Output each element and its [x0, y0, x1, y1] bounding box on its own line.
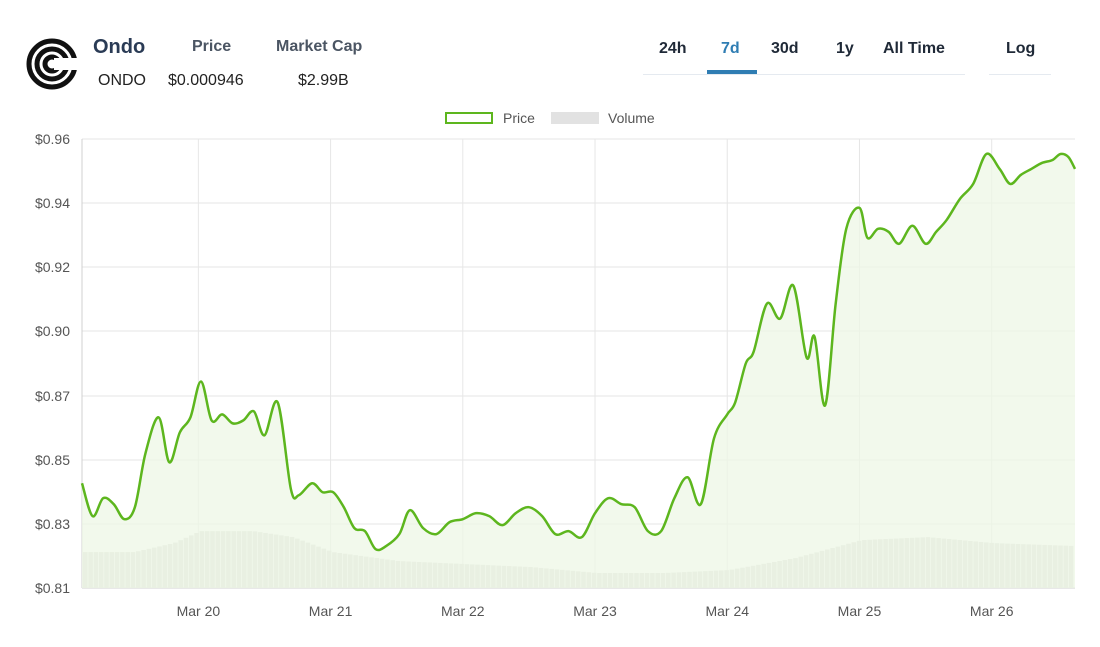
price-area	[82, 153, 1075, 588]
x-tick-label: Mar 24	[705, 603, 749, 619]
x-tick-label: Mar 22	[441, 603, 485, 619]
y-tick-label: $0.96	[35, 131, 70, 147]
x-tick-label: Mar 25	[838, 603, 882, 619]
y-tick-label: $0.81	[35, 580, 70, 596]
x-tick-label: Mar 21	[309, 603, 353, 619]
y-tick-label: $0.85	[35, 452, 70, 468]
x-tick-label: Mar 23	[573, 603, 617, 619]
y-tick-label: $0.90	[35, 323, 70, 339]
x-tick-label: Mar 26	[970, 603, 1014, 619]
y-tick-label: $0.83	[35, 516, 70, 532]
price-chart: $0.96 $0.94 $0.92 $0.90 $0.87 $0.85 $0.83 $0.81…	[35, 131, 1077, 619]
x-tick-label: Mar 20	[177, 603, 221, 619]
y-tick-label: $0.94	[35, 195, 70, 211]
y-tick-label: $0.92	[35, 259, 70, 275]
y-tick-label: $0.87	[35, 388, 70, 404]
